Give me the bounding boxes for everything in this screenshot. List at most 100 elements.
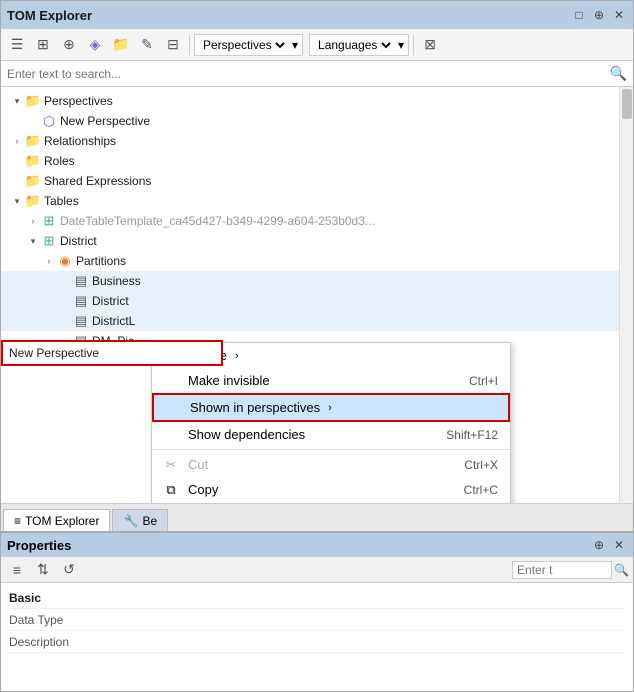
tree-label-shared-expressions: Shared Expressions <box>44 174 151 188</box>
context-menu: Create › Make invisible Ctrl+I Shown in … <box>151 342 511 503</box>
expand-icon-partitions: › <box>41 253 57 269</box>
tree-item-new-perspective[interactable]: ⬡ New Perspective <box>1 111 633 131</box>
folder-icon-perspectives: 📁 <box>25 93 41 109</box>
tree-label-districtL: DistrictL <box>92 314 135 328</box>
ctx-item-shown-in-perspectives[interactable]: Shown in perspectives › <box>152 393 510 422</box>
expand-icon-roles <box>9 153 25 169</box>
close-button[interactable]: ✕ <box>611 7 627 23</box>
toolbar-btn-3[interactable]: ⊕ <box>57 33 81 57</box>
context-trigger-row[interactable]: New Perspective <box>1 340 223 366</box>
tree-item-business[interactable]: ▤ Business <box>1 271 633 291</box>
scrollbar-thumb[interactable] <box>622 89 632 119</box>
toolbar-btn-7[interactable]: ⊟ <box>161 33 185 57</box>
tree-label-new-perspective: New Perspective <box>60 114 150 128</box>
tree-item-partitions[interactable]: › ◉ Partitions <box>1 251 633 271</box>
ctx-item-paste[interactable]: 📋 Paste Ctrl+V <box>152 502 510 503</box>
properties-close-btn[interactable]: ✕ <box>611 537 627 553</box>
tab-label-be: Be <box>142 514 157 528</box>
properties-search-input[interactable] <box>512 561 612 579</box>
title-bar: TOM Explorer □ ⊕ ✕ <box>1 1 633 29</box>
search-bar: 🔍 <box>1 61 633 87</box>
toolbar-btn-2[interactable]: ⊞ <box>31 33 55 57</box>
toolbar-sep-1 <box>189 35 190 55</box>
expand-icon-relationships: › <box>9 133 25 149</box>
folder-icon-shared-expressions: 📁 <box>25 173 41 189</box>
toolbar-btn-8[interactable]: ⊠ <box>418 33 442 57</box>
pin-button[interactable]: ⊕ <box>591 7 607 23</box>
properties-search-button[interactable]: 🔍 <box>614 563 629 577</box>
expand-icon-shared-expressions <box>9 173 25 189</box>
tree-item-roles[interactable]: 📁 Roles <box>1 151 633 171</box>
ctx-item-show-dependencies[interactable]: Show dependencies Shift+F12 <box>152 422 510 447</box>
properties-title: Properties ⊕ ✕ <box>1 533 633 557</box>
main-toolbar: ☰ ⊞ ⊕ ◈ 📁 ✎ ⊟ Perspectives ▾ Languages ▾… <box>1 29 633 61</box>
ctx-shortcut-make-invisible: Ctrl+I <box>469 374 498 388</box>
ctx-item-cut[interactable]: ✂ Cut Ctrl+X <box>152 452 510 477</box>
tree-item-tables[interactable]: ▾ 📁 Tables <box>1 191 633 211</box>
ctx-label-copy: Copy <box>188 482 218 497</box>
props-toolbar-btn-2[interactable]: ⇅ <box>31 558 55 582</box>
tab-tom-explorer[interactable]: ≡ TOM Explorer <box>3 509 110 531</box>
ctx-label-make-invisible: Make invisible <box>188 373 270 388</box>
expand-icon-district: ▾ <box>25 233 41 249</box>
expand-icon-districtL <box>57 313 73 329</box>
measure-icon-business: ▤ <box>73 273 89 289</box>
folder-icon-relationships: 📁 <box>25 133 41 149</box>
tree-item-perspectives[interactable]: ▾ 📁 Perspectives <box>1 91 633 111</box>
tree-label-business: Business <box>92 274 141 288</box>
ctx-item-make-invisible[interactable]: Make invisible Ctrl+I <box>152 368 510 393</box>
tree-label-perspectives: Perspectives <box>44 94 113 108</box>
toolbar-btn-4[interactable]: ◈ <box>83 33 107 57</box>
toolbar-btn-1[interactable]: ☰ <box>5 33 29 57</box>
props-key-description: Description <box>9 635 109 649</box>
tree-item-district[interactable]: ▾ ⊞ District <box>1 231 633 251</box>
table-icon-datetable: ⊞ <box>41 213 57 229</box>
tree-label-partitions: Partitions <box>76 254 126 268</box>
tree-item-districtL[interactable]: ▤ DistrictL <box>1 311 633 331</box>
properties-content: Basic Data Type Description <box>1 583 633 691</box>
ctx-shortcut-show-dependencies: Shift+F12 <box>446 428 498 442</box>
tree-scrollbar[interactable] <box>619 87 633 503</box>
ctx-arrow-shown-in-perspectives: › <box>328 402 332 414</box>
tree-item-district-measure[interactable]: ▤ District <box>1 291 633 311</box>
tree-item-shared-expressions[interactable]: 📁 Shared Expressions <box>1 171 633 191</box>
perspectives-select[interactable]: Perspectives <box>199 37 288 53</box>
folder-icon-roles: 📁 <box>25 153 41 169</box>
languages-dropdown[interactable]: Languages ▾ <box>309 34 409 56</box>
props-row-datatype: Data Type <box>9 609 625 631</box>
title-bar-left: TOM Explorer <box>7 8 92 23</box>
tree-label-relationships: Relationships <box>44 134 116 148</box>
ctx-shortcut-copy: Ctrl+C <box>464 483 498 497</box>
expand-icon-district-measure <box>57 293 73 309</box>
tab-be[interactable]: 🔧 Be <box>112 509 168 531</box>
props-key-datatype: Data Type <box>9 613 109 627</box>
context-trigger-label: New Perspective <box>9 346 99 360</box>
search-input[interactable] <box>7 67 610 81</box>
expand-icon-perspectives: ▾ <box>9 93 25 109</box>
expand-icon-datetable: › <box>25 213 41 229</box>
search-button[interactable]: 🔍 <box>610 65 627 82</box>
toolbar-btn-5[interactable]: 📁 <box>109 33 133 57</box>
properties-pin-btn[interactable]: ⊕ <box>591 537 607 553</box>
toolbar-btn-6[interactable]: ✎ <box>135 33 159 57</box>
tree-item-relationships[interactable]: › 📁 Relationships <box>1 131 633 151</box>
ctx-item-copy[interactable]: ⧉ Copy Ctrl+C <box>152 477 510 502</box>
languages-select[interactable]: Languages <box>314 37 394 53</box>
tree-item-datetable[interactable]: › ⊞ DateTableTemplate_ca45d427-b349-4299… <box>1 211 633 231</box>
ctx-arrow-create: › <box>235 350 239 362</box>
props-basic-label: Basic <box>9 591 109 605</box>
props-toolbar-btn-3[interactable]: ↺ <box>57 558 81 582</box>
props-row-description: Description <box>9 631 625 653</box>
properties-panel: Properties ⊕ ✕ ≡ ⇅ ↺ 🔍 Basic Data Type D… <box>1 531 633 691</box>
perspectives-dropdown[interactable]: Perspectives ▾ <box>194 34 303 56</box>
tom-explorer-window: TOM Explorer □ ⊕ ✕ ☰ ⊞ ⊕ ◈ 📁 ✎ ⊟ Perspec… <box>0 0 634 692</box>
minimize-button[interactable]: □ <box>571 7 587 23</box>
expand-icon-tables: ▾ <box>9 193 25 209</box>
tree-label-district-measure: District <box>92 294 129 308</box>
window-title: TOM Explorer <box>7 8 92 23</box>
cut-icon: ✂ <box>162 456 180 474</box>
languages-dropdown-arrow-icon: ▾ <box>398 38 404 52</box>
props-toolbar-btn-1[interactable]: ≡ <box>5 558 29 582</box>
expand-icon-business <box>57 273 73 289</box>
toolbar-sep-2 <box>413 35 414 55</box>
